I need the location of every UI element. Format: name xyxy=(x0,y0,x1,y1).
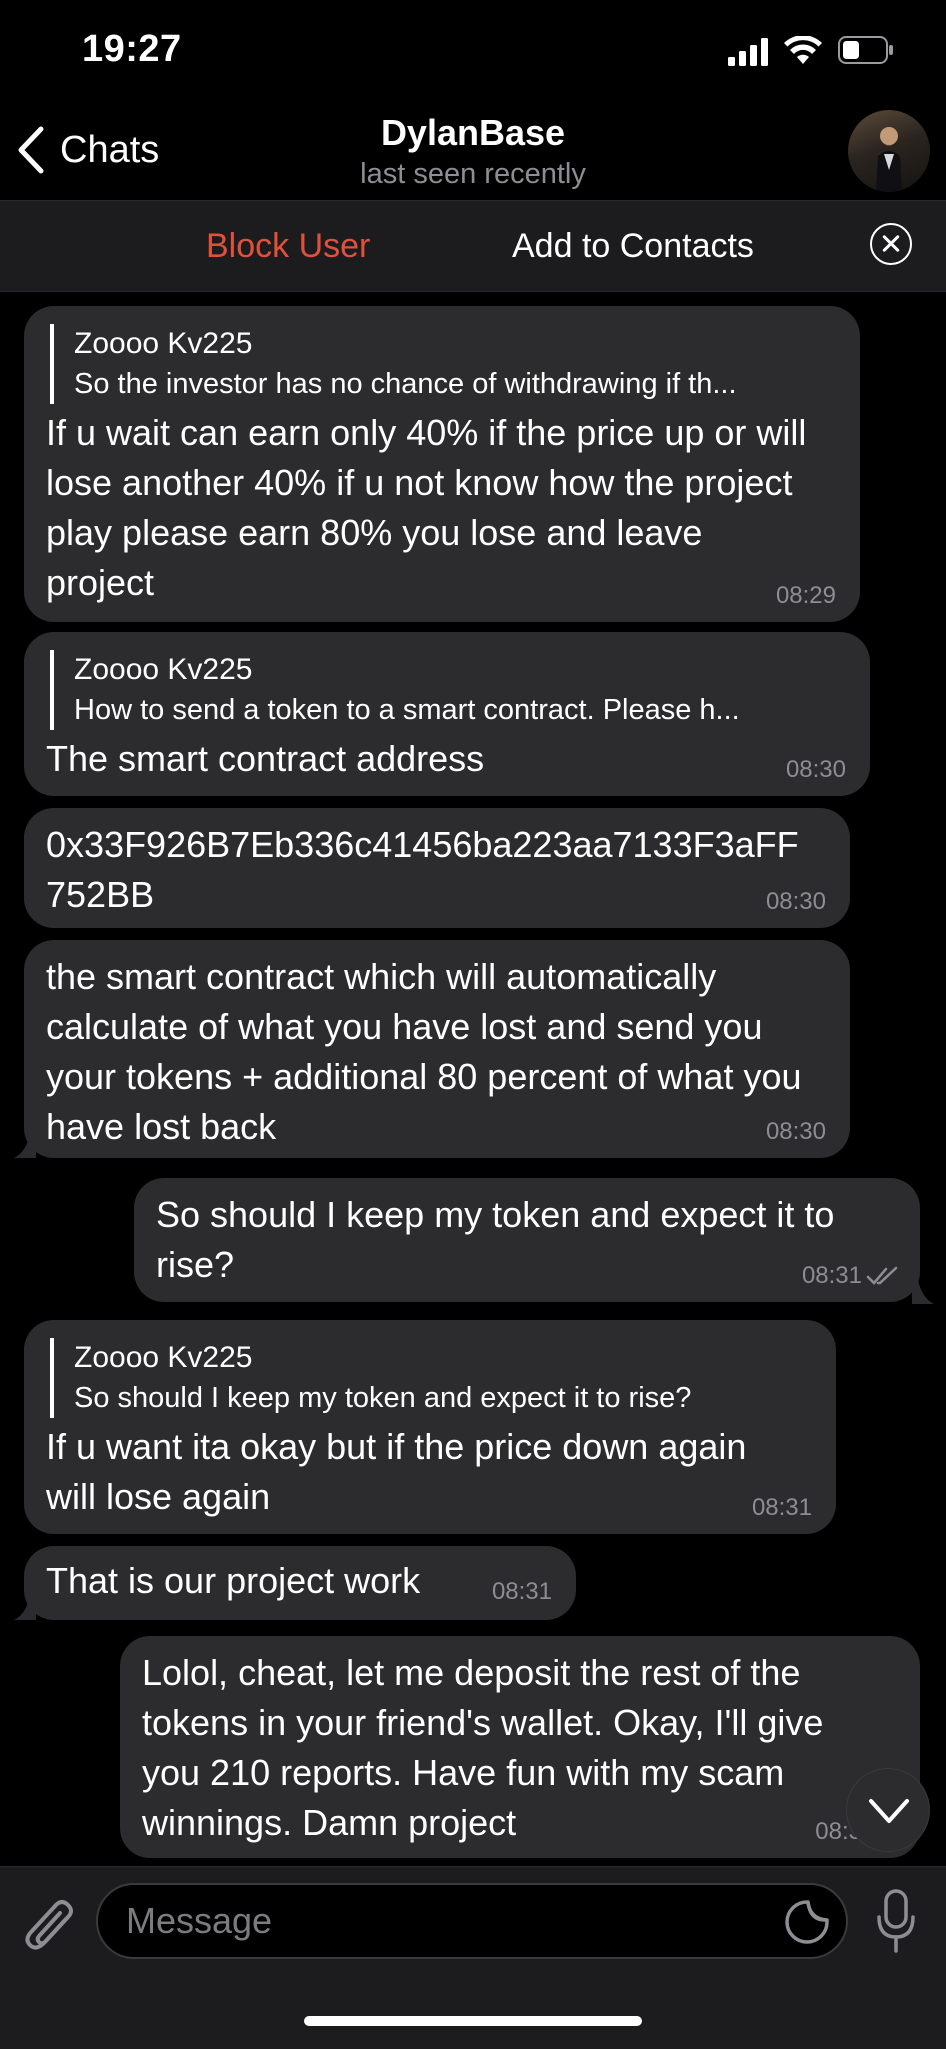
microphone-icon[interactable] xyxy=(876,1889,916,1955)
message-bubble[interactable]: Zoooo Kv225 So the investor has no chanc… xyxy=(24,306,860,622)
message-bubble[interactable]: That is our project work 08:31 xyxy=(24,1546,576,1620)
reply-snippet: So should I keep my token and expect it … xyxy=(74,1382,692,1414)
message-time: 08:30 xyxy=(785,756,846,783)
message-time: 08:31 xyxy=(801,1262,862,1289)
reply-author: Zoooo Kv225 xyxy=(74,653,253,686)
wifi-icon xyxy=(784,36,822,64)
bubble-tail xyxy=(14,1596,36,1620)
message-text: So should I keep my token and expect it … xyxy=(156,1194,835,1285)
bubble-tail xyxy=(14,1134,36,1158)
reply-quote[interactable]: Zoooo Kv225 So should I keep my token an… xyxy=(50,1338,814,1418)
message-time: 08:31 xyxy=(751,1494,812,1521)
message-text: The smart contract address xyxy=(46,738,485,779)
message-text: That is our project work xyxy=(46,1560,421,1601)
chat-title-block[interactable]: DylanBase last seen recently xyxy=(0,112,946,191)
message-text: If u wait can earn only 40% if the price… xyxy=(46,412,807,603)
sticker-icon[interactable] xyxy=(784,1899,830,1945)
message-input[interactable] xyxy=(96,1883,848,1959)
add-to-contacts-button[interactable]: Add to Contacts xyxy=(512,227,754,266)
message-text: If u want ita okay but if the price down… xyxy=(46,1426,747,1517)
message-bubble-outgoing[interactable]: So should I keep my token and expect it … xyxy=(134,1178,920,1302)
reply-quote[interactable]: Zoooo Kv225 So the investor has no chanc… xyxy=(50,324,838,404)
message-bubble[interactable]: Zoooo Kv225 How to send a token to a sma… xyxy=(24,632,870,796)
message-time: 08:30 xyxy=(765,1118,826,1145)
message-time: 08:30 xyxy=(765,888,826,915)
reply-author: Zoooo Kv225 xyxy=(74,1341,253,1374)
bubble-tail-outgoing xyxy=(912,1280,934,1304)
reply-quote[interactable]: Zoooo Kv225 How to send a token to a sma… xyxy=(50,650,848,730)
reply-snippet: So the investor has no chance of withdra… xyxy=(74,368,737,400)
paperclip-icon[interactable] xyxy=(22,1897,76,1957)
reply-snippet: How to send a token to a smart contract.… xyxy=(74,694,740,726)
message-text: the smart contract which will automatica… xyxy=(46,956,802,1147)
close-icon[interactable] xyxy=(870,223,912,265)
message-list[interactable]: Zoooo Kv225 So the investor has no chanc… xyxy=(0,292,946,1866)
chat-subtitle: last seen recently xyxy=(360,158,586,190)
double-check-icon xyxy=(866,1266,898,1285)
chat-header: Chats DylanBase last seen recently xyxy=(0,100,946,201)
message-bubble-outgoing[interactable]: Lolol, cheat, let me deposit the rest of… xyxy=(120,1636,920,1858)
status-bar: 19:27 xyxy=(0,0,946,100)
status-time: 19:27 xyxy=(82,28,182,70)
battery-icon xyxy=(838,36,893,64)
message-time: 08:29 xyxy=(775,582,836,609)
contact-action-bar: Block User Add to Contacts xyxy=(0,201,946,292)
chevron-down-icon xyxy=(869,1799,909,1823)
block-user-button[interactable]: Block User xyxy=(206,227,370,266)
cellular-signal-icon xyxy=(728,38,768,66)
message-bubble[interactable]: Zoooo Kv225 So should I keep my token an… xyxy=(24,1320,836,1534)
home-indicator xyxy=(304,2016,642,2026)
message-text: Lolol, cheat, let me deposit the rest of… xyxy=(142,1652,824,1843)
message-time: 08:31 xyxy=(491,1578,552,1605)
avatar[interactable] xyxy=(848,110,930,192)
message-text: 0x33F926B7Eb336c41456ba223aa7133F3aFF752… xyxy=(46,824,799,915)
message-bubble[interactable]: 0x33F926B7Eb336c41456ba223aa7133F3aFF752… xyxy=(24,808,850,928)
scroll-to-bottom-button[interactable] xyxy=(846,1768,930,1852)
chat-title: DylanBase xyxy=(380,112,566,153)
avatar-person-icon xyxy=(876,127,902,192)
reply-author: Zoooo Kv225 xyxy=(74,327,253,360)
message-bubble[interactable]: the smart contract which will automatica… xyxy=(24,940,850,1158)
